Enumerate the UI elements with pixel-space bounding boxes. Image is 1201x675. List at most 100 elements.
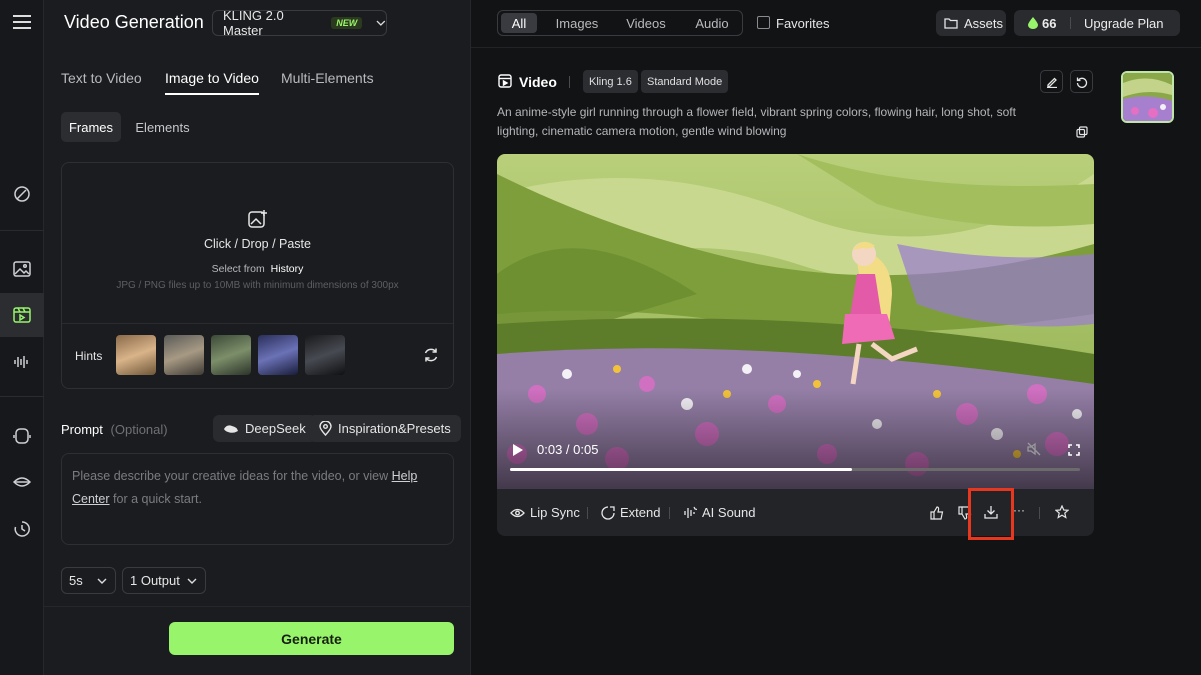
- credits-count[interactable]: 66: [1042, 16, 1056, 31]
- add-image-icon: [248, 209, 268, 234]
- video-result-icon: [498, 74, 512, 93]
- prompt-description: An anime-style girl running through a fl…: [497, 105, 1016, 138]
- lips-icon[interactable]: [0, 460, 44, 504]
- deepseek-label: DeepSeek: [245, 421, 306, 436]
- help-center-link-2[interactable]: Center: [72, 492, 110, 506]
- avatar-icon[interactable]: [0, 414, 44, 458]
- hint-thumb-galaxy[interactable]: [258, 335, 298, 375]
- upload-main-text: Click / Drop / Paste: [204, 237, 311, 251]
- help-center-link[interactable]: Help: [392, 469, 418, 483]
- hint-thumb-forest[interactable]: [211, 335, 251, 375]
- duration-value: 5s: [69, 573, 83, 588]
- credits-upgrade-group: 66 Upgrade Plan: [1014, 10, 1180, 36]
- result-heading: Video: [519, 74, 557, 90]
- edit-prompt-button[interactable]: [1040, 70, 1063, 93]
- duration-select[interactable]: 5s: [61, 567, 116, 594]
- mode-tag: Standard Mode: [641, 70, 729, 93]
- favorites-checkbox[interactable]: [757, 16, 770, 29]
- audio-wave-icon[interactable]: [0, 340, 44, 384]
- tab-text-to-video[interactable]: Text to Video: [61, 70, 142, 86]
- video-timecode: 0:03 / 0:05: [537, 442, 599, 457]
- regenerate-button[interactable]: [1070, 70, 1093, 93]
- more-options-button[interactable]: ···: [1013, 503, 1025, 517]
- star-icon[interactable]: [1054, 504, 1070, 524]
- active-tab-underline: [165, 93, 259, 95]
- extend-icon: [601, 505, 615, 520]
- history-thumbnail[interactable]: [1121, 71, 1174, 123]
- video-icon[interactable]: [0, 293, 44, 337]
- model-name: KLING 2.0 Master: [223, 8, 284, 38]
- sound-wave-icon: [684, 506, 697, 518]
- select-from-text: Select from: [211, 263, 265, 275]
- output-count-select[interactable]: 1 Output: [122, 567, 206, 594]
- hint-thumb-bird[interactable]: [305, 335, 345, 375]
- magic-wand-icon[interactable]: [0, 172, 44, 216]
- fullscreen-icon[interactable]: [1068, 443, 1080, 461]
- video-progress-track[interactable]: [510, 468, 1080, 471]
- filter-images[interactable]: Images: [547, 13, 607, 33]
- model-tag: Kling 1.6: [583, 70, 638, 93]
- hint-thumb-squirrel[interactable]: [116, 335, 156, 375]
- deepseek-button[interactable]: DeepSeek: [213, 415, 316, 442]
- chevron-down-icon: [97, 578, 107, 584]
- subtab-elements[interactable]: Elements: [129, 112, 196, 142]
- prompt-label: Prompt (Optional): [61, 422, 168, 437]
- chevron-down-icon: [187, 578, 197, 584]
- copy-icon[interactable]: [1076, 125, 1088, 143]
- divider: [44, 606, 470, 607]
- menu-icon[interactable]: [0, 0, 44, 44]
- select-from-line: Select from History: [62, 263, 453, 275]
- prompt-input[interactable]: Please describe your creative ideas for …: [61, 453, 454, 545]
- header-divider: [471, 47, 1201, 48]
- filter-videos[interactable]: Videos: [616, 13, 676, 33]
- tab-image-to-video[interactable]: Image to Video: [165, 70, 259, 86]
- inspiration-presets-button[interactable]: Inspiration&Presets: [309, 415, 461, 442]
- prompt-optional: (Optional): [110, 422, 168, 437]
- download-highlight-box: [968, 488, 1014, 540]
- prompt-placeholder-1: Please describe your creative ideas for …: [72, 469, 389, 483]
- history-icon[interactable]: [0, 507, 44, 551]
- assets-button[interactable]: Assets: [936, 10, 1006, 36]
- model-select[interactable]: KLING 2.0 Master NEW: [212, 8, 387, 38]
- generation-panel: Video Generation KLING 2.0 Master NEW Te…: [44, 0, 471, 675]
- divider: [1070, 17, 1071, 29]
- upload-hint: JPG / PNG files up to 10MB with minimum …: [116, 280, 399, 291]
- mute-icon[interactable]: [1027, 442, 1041, 461]
- image-icon[interactable]: [0, 247, 44, 291]
- thumbnail-image: [1123, 73, 1172, 121]
- eye-icon: [510, 508, 525, 517]
- play-icon[interactable]: [512, 443, 523, 461]
- extend-button[interactable]: Extend: [601, 505, 660, 520]
- refresh-hints-icon[interactable]: [423, 347, 439, 368]
- upgrade-plan-button[interactable]: Upgrade Plan: [1084, 16, 1164, 31]
- video-progress-fill: [510, 468, 852, 471]
- ai-sound-button[interactable]: AI Sound: [683, 505, 756, 520]
- favorites-label: Favorites: [776, 16, 830, 31]
- subtab-frames[interactable]: Frames: [61, 112, 121, 142]
- hints-label: Hints: [75, 349, 103, 363]
- prompt-placeholder-2: for a quick start.: [113, 492, 202, 506]
- ai-sound-label: AI Sound: [702, 505, 756, 520]
- prompt-label-text: Prompt: [61, 422, 103, 437]
- generate-button[interactable]: Generate: [169, 622, 454, 655]
- filter-audio[interactable]: Audio: [684, 13, 740, 33]
- divider: [62, 323, 453, 324]
- chevron-down-icon: [376, 20, 386, 26]
- thumbs-up-icon[interactable]: [930, 506, 944, 525]
- filter-all[interactable]: All: [501, 13, 537, 33]
- pencil-icon: [1046, 77, 1057, 88]
- video-frame-image: [497, 154, 1094, 489]
- location-pin-icon: [319, 421, 332, 436]
- hint-thumb-cat[interactable]: [164, 335, 204, 375]
- media-filter-group: All Images Videos Audio: [497, 10, 743, 36]
- page-title: Video Generation: [64, 12, 204, 32]
- inspiration-label: Inspiration&Presets: [338, 421, 451, 436]
- tab-multi-elements[interactable]: Multi-Elements: [281, 70, 374, 86]
- folder-icon: [944, 18, 958, 29]
- history-link[interactable]: History: [271, 263, 304, 275]
- lip-sync-button[interactable]: Lip Sync: [510, 505, 580, 520]
- output-count-value: 1 Output: [130, 573, 180, 588]
- whale-icon: [224, 424, 238, 433]
- video-player[interactable]: 0:03 / 0:05: [497, 154, 1094, 489]
- extend-label: Extend: [620, 505, 661, 520]
